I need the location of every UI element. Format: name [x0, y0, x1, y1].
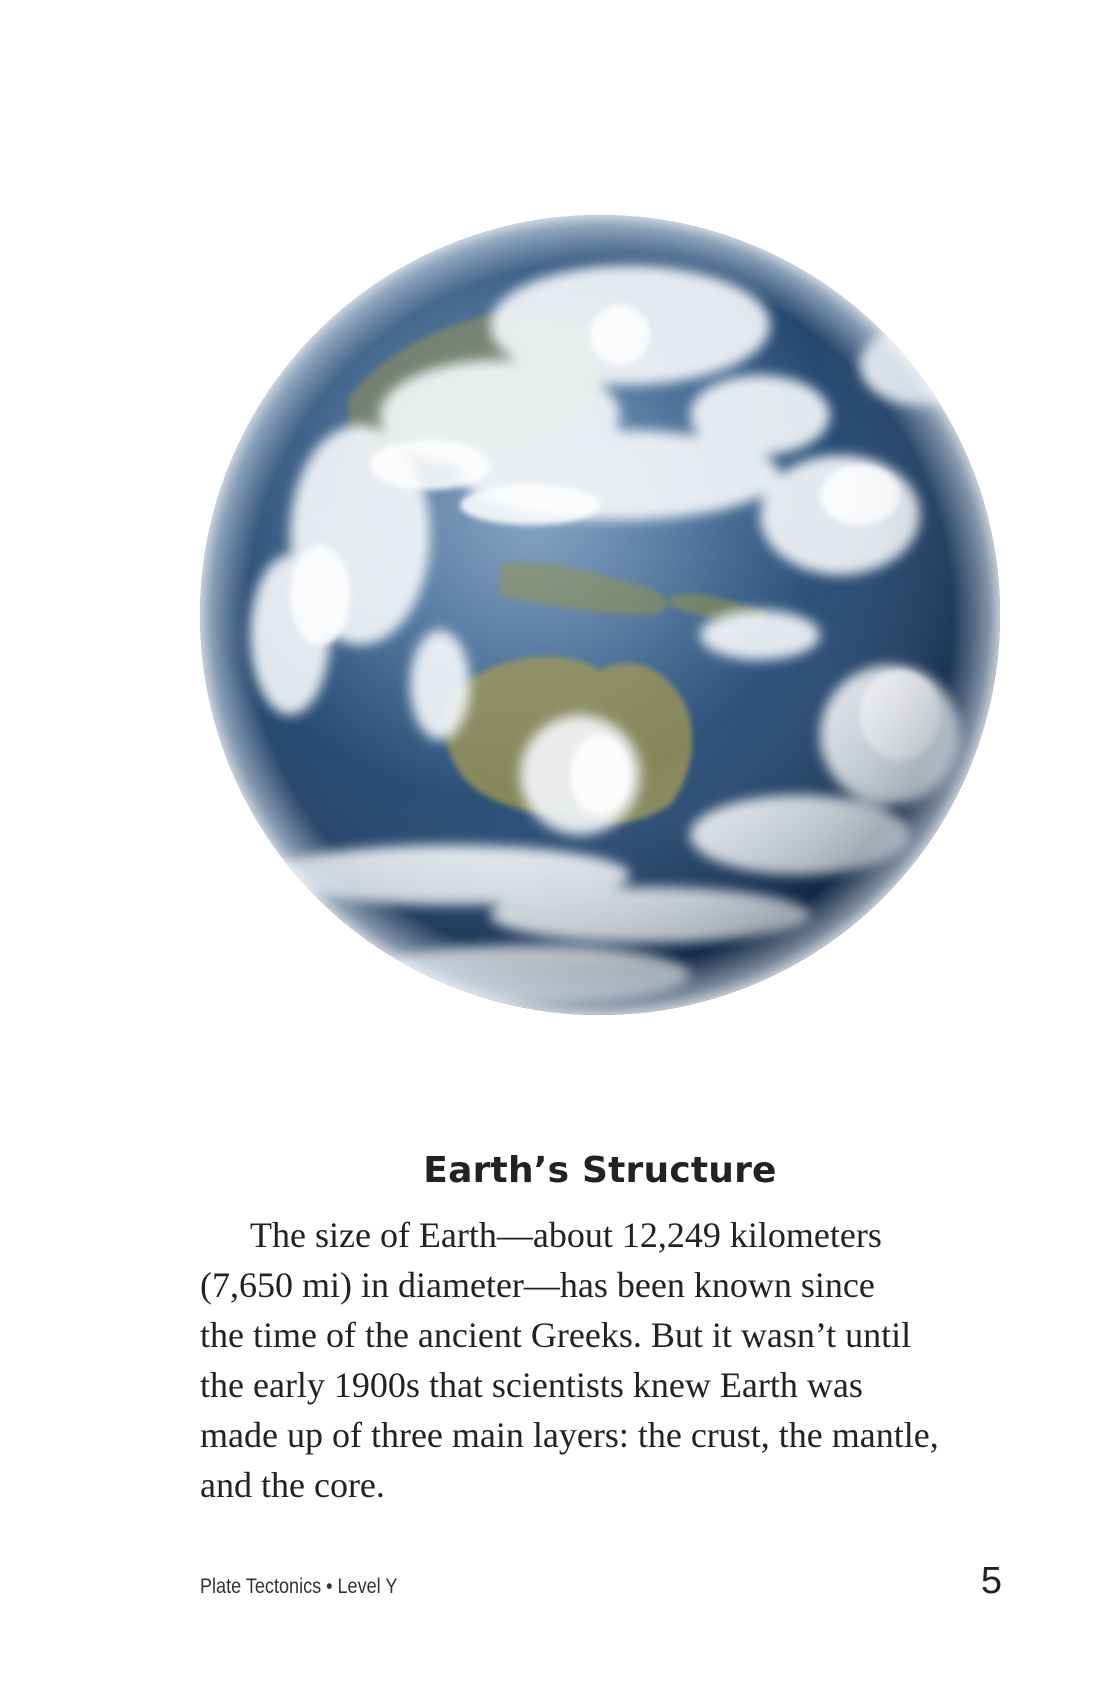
paragraph-line: the early 1900s that scientists knew Ear… — [200, 1365, 863, 1405]
body-paragraph: The size of Earth—about 12,249 kilometer… — [200, 1210, 1020, 1510]
paragraph-line: made up of three main layers: the crust,… — [200, 1415, 939, 1455]
paragraph-line: the time of the ancient Greeks. But it w… — [200, 1315, 912, 1355]
earth-globe-icon — [200, 215, 1000, 1015]
section-heading: Earth’s Structure — [423, 1150, 777, 1191]
paragraph-line: and the core. — [200, 1465, 385, 1505]
paragraph-line: The size of Earth—about 12,249 kilometer… — [250, 1215, 882, 1255]
earth-globe-image — [200, 215, 1000, 1015]
paragraph-line: (7,650 mi) in diameter—has been known si… — [200, 1265, 875, 1305]
page-number: 5 — [980, 1560, 1002, 1602]
footer-book-label: Plate Tectonics • Level Y — [200, 1575, 398, 1598]
